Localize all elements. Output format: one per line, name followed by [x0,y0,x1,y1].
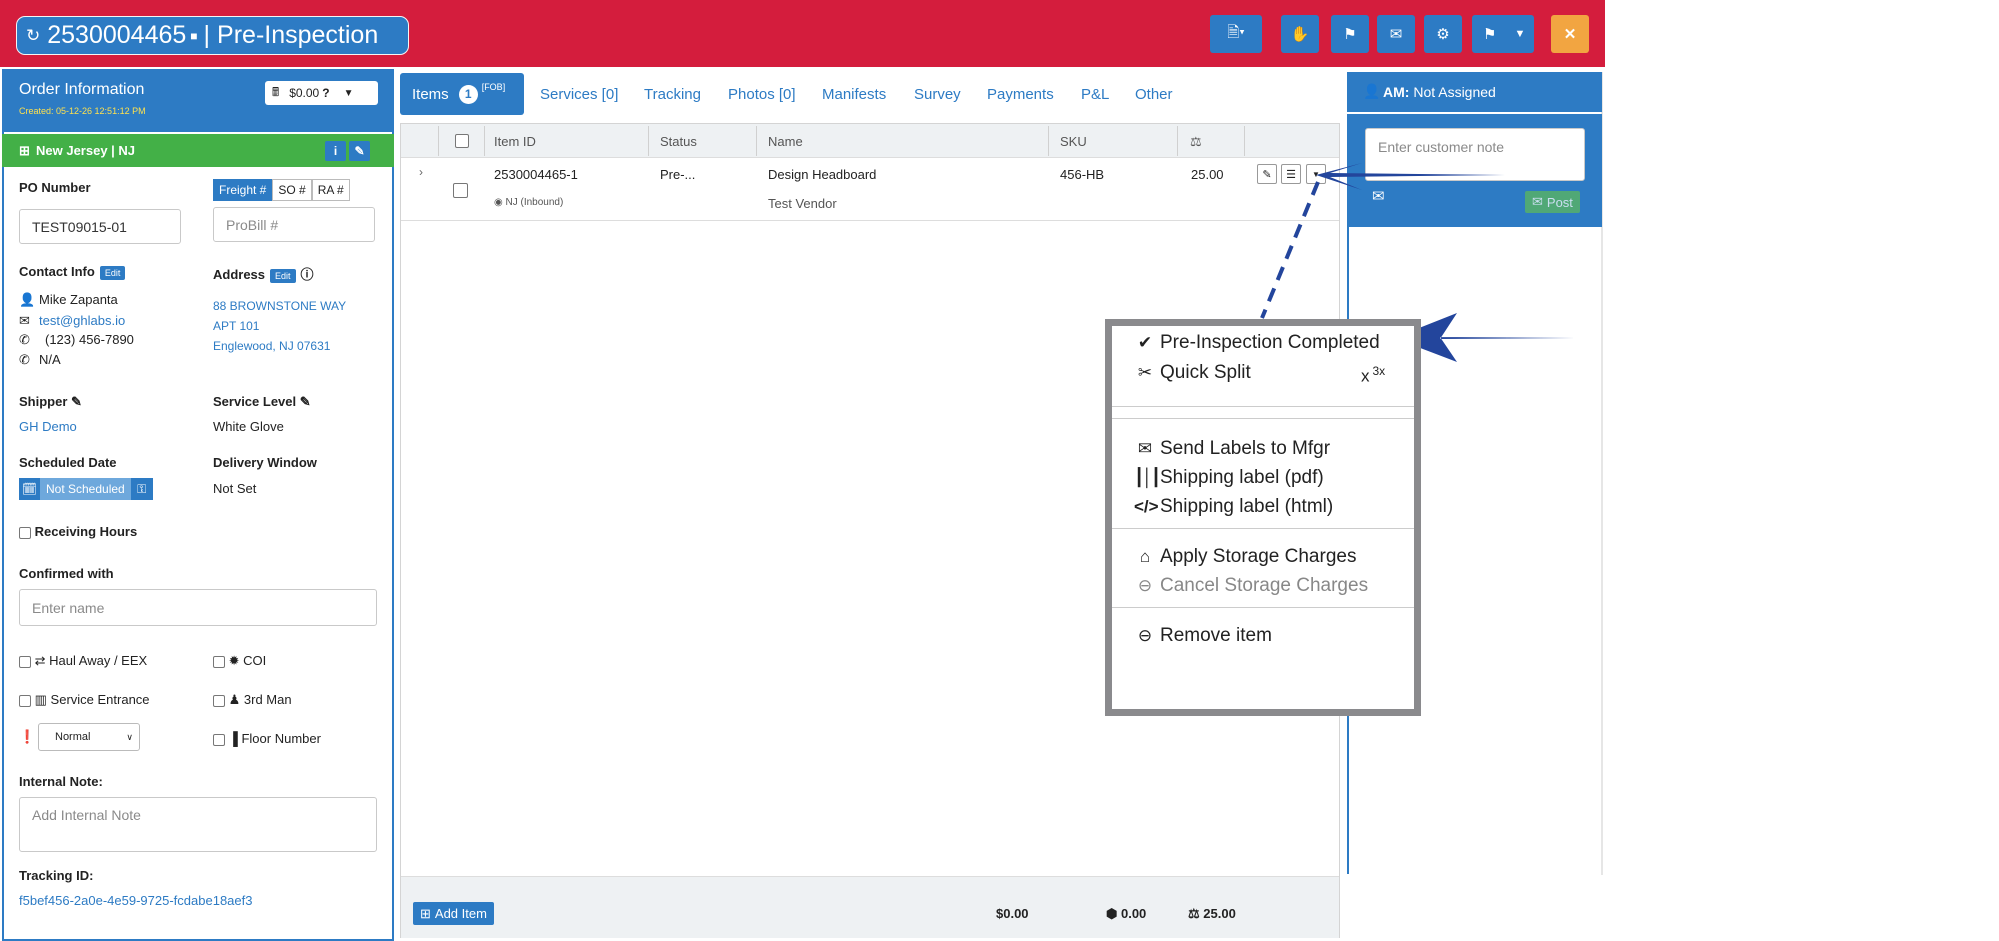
menu-item-label: Quick Split [1160,362,1251,383]
scissors-icon: ✂ [1137,363,1153,382]
menu-item-label: Remove item [1160,625,1272,646]
menu-item-label: Cancel Storage Charges [1160,575,1369,596]
annotation-arrow-toggle [1316,163,1505,190]
menu-item-label: Shipping label (html) [1160,496,1334,517]
multiplier-x: x [1361,366,1370,386]
menu-divider [1112,418,1414,419]
annotation-arrow-menu [1394,313,1575,362]
menu-item-label: Pre-Inspection Completed [1160,332,1380,353]
menu-item-label: Shipping label (pdf) [1160,467,1324,488]
menu-divider [1112,528,1414,529]
menu-item-shipping-label-pdf[interactable]: ┃│┃ Shipping label (pdf) [1134,467,1324,489]
minus-circle-icon: ⊖ [1137,576,1153,595]
menu-item-cancel-storage: ⊖ Cancel Storage Charges [1134,575,1368,597]
menu-divider [1112,607,1414,608]
multiplier-value: 3x [1372,364,1386,378]
envelope-icon: ✉ [1137,439,1153,458]
row-actions-menu: ✔ Pre-Inspection Completed ✂ Quick Split x… [1105,319,1421,716]
menu-item-apply-storage[interactable]: ⌂ Apply Storage Charges [1134,546,1357,568]
minus-circle-icon: ⊖ [1137,626,1153,645]
menu-item-shipping-label-html[interactable]: </> Shipping label (html) [1134,496,1333,518]
menu-item-remove-item[interactable]: ⊖ Remove item [1134,625,1272,647]
check-icon: ✔ [1137,333,1153,352]
quick-split-multiplier: x 3x [1361,364,1385,387]
annotation-dashed-connector [1260,181,1320,319]
annotation-overlay [1260,163,1575,362]
menu-item-label: Apply Storage Charges [1160,546,1357,567]
barcode-icon: ┃│┃ [1134,468,1161,487]
warehouse-icon: ⌂ [1139,547,1151,566]
menu-divider [1112,406,1414,407]
menu-item-quick-split[interactable]: ✂ Quick Split [1134,362,1251,384]
menu-item-send-labels[interactable]: ✉ Send Labels to Mfgr [1134,438,1330,460]
menu-item-pre-inspection-completed[interactable]: ✔ Pre-Inspection Completed [1134,332,1380,354]
code-icon: </> [1134,497,1159,516]
menu-item-label: Send Labels to Mfgr [1160,438,1331,459]
